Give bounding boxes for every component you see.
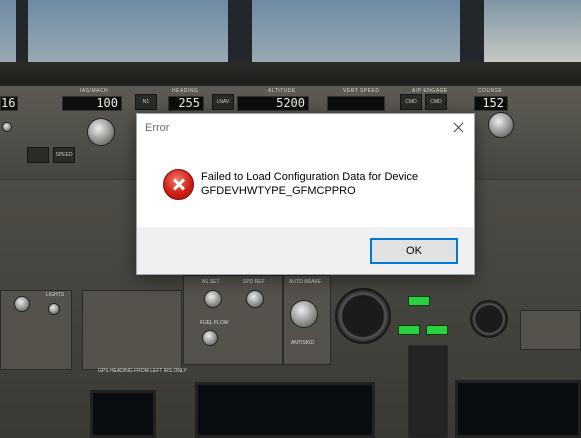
fuel-flow-label: FUEL FLOW [200, 320, 229, 326]
lights-panel [0, 290, 72, 370]
windshield-frame [460, 0, 484, 70]
error-message-line1: Failed to Load Configuration Data for De… [201, 171, 419, 183]
speed-knob [87, 118, 115, 146]
mcp-label-altitude: ALTITUDE [268, 88, 296, 94]
windshield-pane [28, 0, 228, 62]
dialog-title: Error [145, 122, 170, 134]
right-panel [520, 310, 581, 350]
n1-button: N1 [135, 94, 157, 110]
antiskid-label: ANTISKID [291, 340, 315, 346]
heading-display: 255 [168, 96, 204, 111]
lights-label: LIGHTS [46, 292, 65, 298]
n1-lower-button [27, 147, 49, 163]
mcp-label-course: COURSE [478, 88, 503, 94]
windshield-pane [484, 0, 581, 62]
mcp-label-vs: VERT SPEED [343, 88, 380, 94]
n1-set-panel [183, 275, 283, 365]
mcp-label-ias: IAS/MACH [80, 88, 109, 94]
autobrake-knob [290, 300, 318, 328]
spd-ref-knob [246, 290, 264, 308]
gear-light [398, 325, 420, 335]
close-icon[interactable] [442, 114, 474, 142]
mcp-label-heading: HEADING [172, 88, 199, 94]
gps-note: GPS HEADING FROM LEFT IRS ONLY [98, 368, 187, 374]
pfd-display [90, 390, 156, 438]
cmd-b-button: CMD [425, 94, 447, 110]
windshield-frame [16, 0, 28, 70]
course-display-right: 152 [474, 96, 508, 111]
gear-lever-slot [408, 345, 448, 438]
cmd-a-button: CMD [400, 94, 422, 110]
brake-pressure-gauge [335, 288, 391, 344]
windshield-frame [228, 0, 252, 70]
lights-knob [14, 296, 30, 312]
lights-switch [48, 303, 60, 315]
spd-ref-label: SPD REF [243, 279, 265, 285]
n1-set-label: N1 SET [202, 279, 220, 285]
small-knob [2, 122, 12, 132]
dialog-footer: OK [137, 227, 474, 274]
fuel-flow-switch [202, 330, 218, 346]
course-display-left: 16 [0, 96, 18, 111]
error-message: Failed to Load Configuration Data for De… [201, 170, 418, 198]
course-knob [488, 112, 514, 138]
dialog-titlebar[interactable]: Error [137, 114, 474, 144]
error-message-line2: GFDEVHWTYPE_GFMCPPRO [201, 185, 356, 197]
nd-display [455, 380, 581, 438]
altitude-display: 5200 [237, 96, 309, 111]
ok-button[interactable]: OK [370, 238, 458, 264]
vs-display [327, 96, 385, 111]
flap-gauge [470, 300, 508, 338]
n1-set-knob [204, 290, 222, 308]
error-dialog: Error Failed to Load Configuration Data … [136, 113, 475, 275]
speed-display: 100 [62, 96, 122, 111]
lnav-button: LNAV [212, 94, 234, 110]
error-icon [163, 169, 194, 200]
gear-light [408, 296, 430, 306]
eicas-display [195, 382, 375, 438]
windshield-pane [0, 0, 16, 62]
gear-light [426, 325, 448, 335]
autobrake-label: AUTO BRAKE [289, 279, 322, 285]
speed-button: SPEED [53, 147, 75, 163]
dialog-body: Failed to Load Configuration Data for De… [137, 144, 474, 227]
gps-panel [82, 290, 182, 370]
